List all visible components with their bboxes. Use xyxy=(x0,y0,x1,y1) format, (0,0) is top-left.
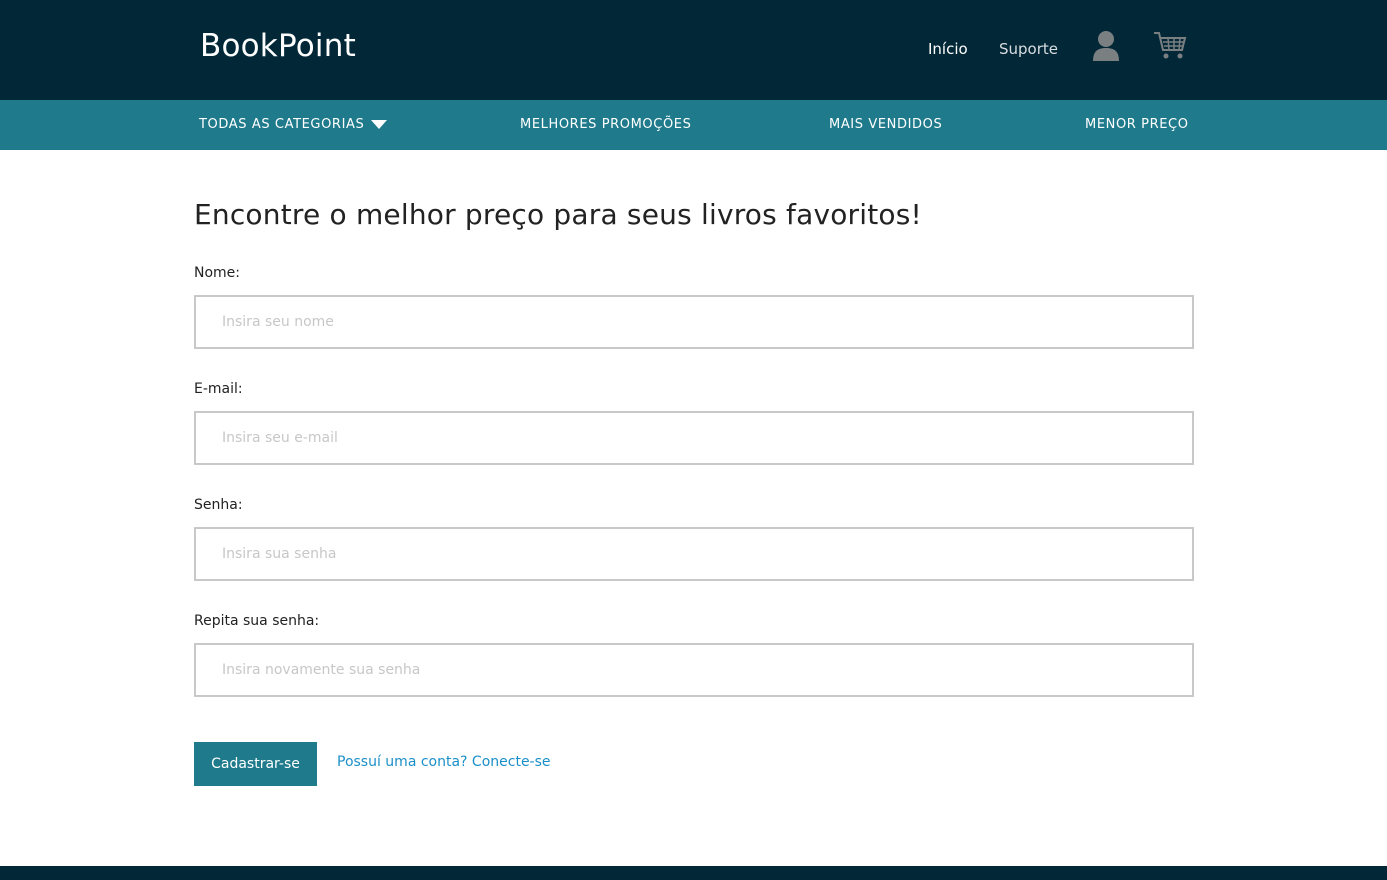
nav-link-inicio[interactable]: Início xyxy=(928,40,968,58)
footer-bar xyxy=(0,866,1387,880)
register-button[interactable]: Cadastrar-se xyxy=(194,742,317,786)
password-label: Senha: xyxy=(194,497,243,513)
name-label: Nome: xyxy=(194,265,241,281)
category-best-deals[interactable]: MELHORES PROMOÇÕES xyxy=(520,117,691,132)
password-input[interactable] xyxy=(194,527,1194,581)
email-label: E-mail: xyxy=(194,381,243,397)
page-title: Encontre o melhor preço para seus livros… xyxy=(194,198,922,231)
chevron-down-icon[interactable] xyxy=(371,120,387,129)
category-lowest-price[interactable]: MENOR PREÇO xyxy=(1085,117,1189,132)
top-header: BookPoint Início Suporte xyxy=(0,0,1387,100)
confirm-password-input[interactable] xyxy=(194,643,1194,697)
name-input[interactable] xyxy=(194,295,1194,349)
email-input[interactable] xyxy=(194,411,1194,465)
user-icon[interactable] xyxy=(1092,30,1120,61)
category-all[interactable]: TODAS AS CATEGORIAS xyxy=(199,117,364,132)
confirm-password-label: Repita sua senha: xyxy=(194,613,320,629)
nav-link-suporte[interactable]: Suporte xyxy=(999,40,1058,58)
login-link[interactable]: Possuí uma conta? Conecte-se xyxy=(337,754,551,770)
category-bar: TODAS AS CATEGORIAS MELHORES PROMOÇÕES M… xyxy=(0,100,1387,150)
site-logo[interactable]: BookPoint xyxy=(200,28,356,64)
cart-icon[interactable] xyxy=(1153,30,1187,60)
category-best-sellers[interactable]: MAIS VENDIDOS xyxy=(829,117,942,132)
